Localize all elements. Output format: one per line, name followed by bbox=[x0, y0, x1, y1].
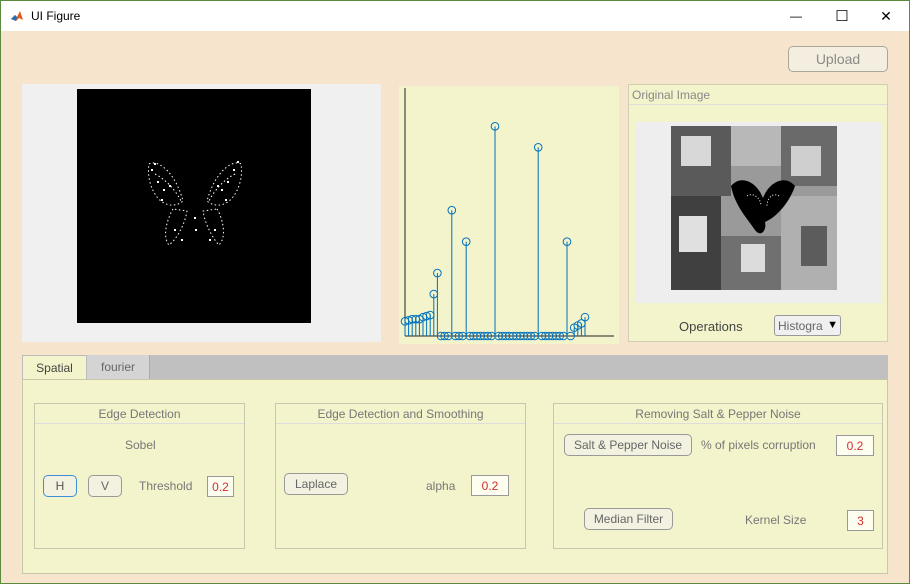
sobel-label: Sobel bbox=[125, 438, 156, 452]
edge-output-image bbox=[77, 89, 311, 323]
corruption-input[interactable]: 0.2 bbox=[836, 435, 874, 456]
operations-dropdown[interactable]: Histogra ▼ bbox=[774, 315, 841, 336]
median-filter-button[interactable]: Median Filter bbox=[584, 508, 673, 530]
laplace-button[interactable]: Laplace bbox=[284, 473, 348, 495]
original-image-title: Original Image bbox=[632, 88, 711, 102]
maximize-button[interactable]: ☐ bbox=[819, 1, 865, 31]
matlab-icon bbox=[10, 9, 24, 23]
edge-detection-title: Edge Detection bbox=[35, 404, 244, 424]
minimize-button[interactable]: — bbox=[773, 1, 819, 31]
salt-pepper-title: Removing Salt & Pepper Noise bbox=[554, 404, 882, 424]
alpha-input[interactable]: 0.2 bbox=[471, 475, 509, 496]
alpha-label: alpha bbox=[426, 479, 456, 493]
original-image bbox=[671, 126, 837, 290]
operations-dropdown-value: Histogra bbox=[778, 318, 823, 333]
salt-pepper-noise-button[interactable]: Salt & Pepper Noise bbox=[564, 434, 692, 456]
kernel-size-input[interactable]: 3 bbox=[847, 510, 874, 531]
edge-detection-group: Edge Detection Sobel H V Threshold 0.2 bbox=[34, 403, 245, 549]
operations-tab-group: Spatial fourier Edge Detection Sobel H V… bbox=[22, 355, 888, 574]
minimize-icon: — bbox=[790, 9, 802, 23]
tab-fourier[interactable]: fourier bbox=[87, 355, 150, 379]
tab-spatial[interactable]: Spatial bbox=[22, 355, 87, 379]
spatial-tab-content: Edge Detection Sobel H V Threshold 0.2 E… bbox=[22, 379, 888, 574]
tab-strip bbox=[22, 355, 888, 379]
salt-pepper-group: Removing Salt & Pepper Noise Salt & Pepp… bbox=[553, 403, 883, 549]
title-bar: UI Figure — ☐ ✕ bbox=[1, 1, 909, 31]
corruption-label: % of pixels corruption bbox=[701, 438, 816, 452]
operations-label: Operations bbox=[679, 319, 743, 334]
maximize-icon: ☐ bbox=[835, 8, 849, 25]
edge-smoothing-group: Edge Detection and Smoothing Laplace alp… bbox=[275, 403, 526, 549]
threshold-input[interactable]: 0.2 bbox=[207, 476, 234, 497]
close-icon: ✕ bbox=[880, 7, 892, 24]
sobel-h-button[interactable]: H bbox=[43, 475, 77, 497]
chevron-down-icon: ▼ bbox=[827, 319, 838, 331]
ui-figure-window: UI Figure — ☐ ✕ Upload Original Image Op… bbox=[0, 0, 910, 584]
original-image-panel: Original Image Operations Histogra ▼ bbox=[628, 84, 888, 342]
histogram-plot-panel bbox=[399, 86, 619, 344]
panel-divider bbox=[629, 104, 887, 105]
upload-button[interactable]: Upload bbox=[788, 46, 888, 72]
original-image-frame bbox=[635, 122, 882, 303]
close-button[interactable]: ✕ bbox=[863, 1, 909, 31]
edge-output-panel bbox=[22, 84, 381, 342]
edge-smoothing-title: Edge Detection and Smoothing bbox=[276, 404, 525, 424]
histogram-stem-plot bbox=[400, 88, 614, 341]
stem-series bbox=[400, 122, 590, 341]
butterfly-edge-drawing bbox=[148, 161, 242, 246]
threshold-label: Threshold bbox=[139, 479, 193, 493]
sobel-v-button[interactable]: V bbox=[88, 475, 122, 497]
window-title: UI Figure bbox=[31, 9, 81, 23]
kernel-size-label: Kernel Size bbox=[745, 513, 807, 527]
